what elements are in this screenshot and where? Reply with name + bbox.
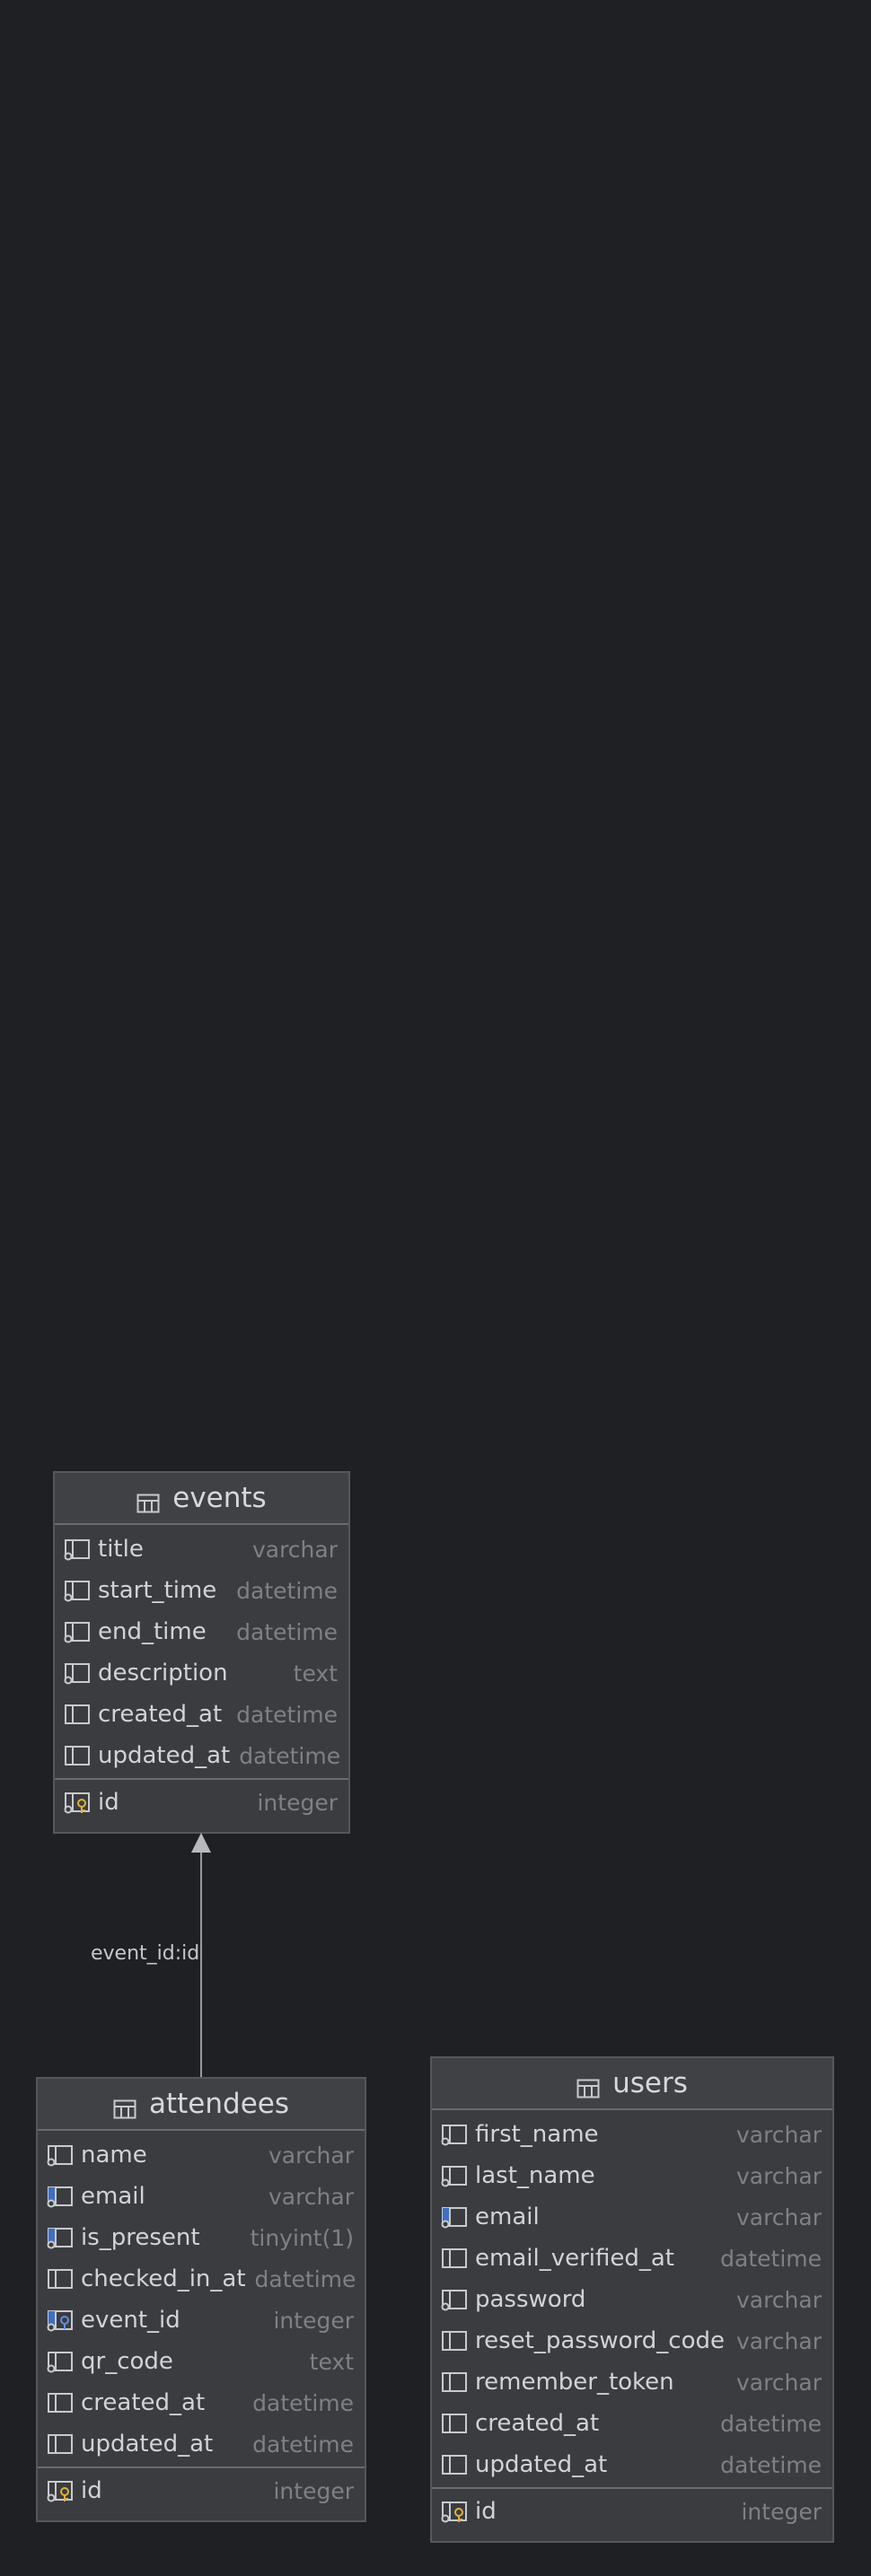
diagram-canvas: events title varchar start_time datetime end_… [0, 0, 871, 2576]
relation-arrowhead [191, 1833, 211, 1853]
relation-connector [191, 1833, 211, 2077]
relation-label: event_id:id [91, 1942, 200, 1965]
